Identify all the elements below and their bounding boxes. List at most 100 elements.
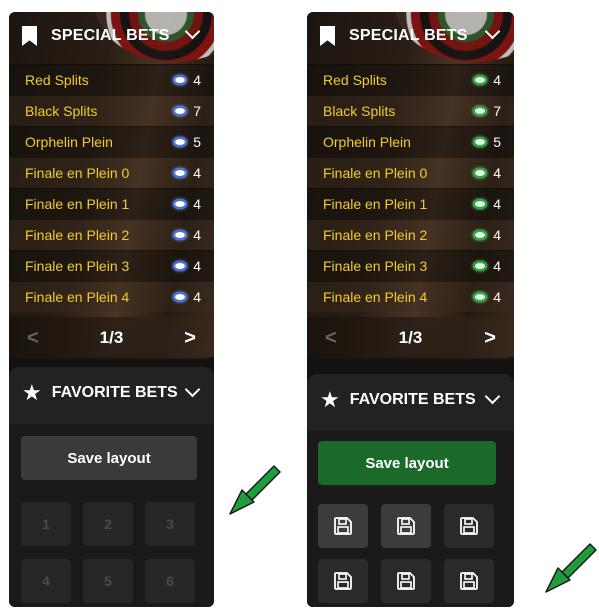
chip-icon — [173, 75, 188, 85]
bookmark-icon — [22, 26, 37, 46]
list-item[interactable]: Finale en Plein 1 4 — [9, 188, 214, 219]
bet-name: Finale en Plein 4 — [25, 289, 130, 305]
bet-name: Finale en Plein 4 — [323, 289, 428, 305]
favorite-bets-header[interactable]: ★ FAVORITE BETS — [9, 367, 214, 419]
special-bets-header[interactable]: SPECIAL BETS — [9, 12, 214, 60]
bet-count: 4 — [493, 196, 501, 212]
favorite-bets-title: FAVORITE BETS — [349, 391, 476, 408]
special-bets-header[interactable]: SPECIAL BETS — [307, 12, 514, 60]
bet-name: Finale en Plein 0 — [25, 165, 130, 181]
bet-count: 5 — [493, 134, 501, 150]
annotation-arrow-icon — [229, 465, 281, 515]
list-item[interactable]: Finale en Plein 4 4 — [307, 281, 514, 312]
chevron-down-icon[interactable] — [184, 23, 201, 40]
chip-icon — [173, 106, 188, 116]
bet-count: 4 — [493, 258, 501, 274]
chip-icon — [173, 261, 188, 271]
bet-name: Orphelin Plein — [323, 134, 411, 150]
favorite-bets-section: ★ FAVORITE BETS Save layout 1 2 3 4 5 6 — [9, 367, 214, 607]
chip-icon — [473, 168, 488, 178]
chip-icon — [173, 137, 188, 147]
prev-page-button[interactable]: < — [325, 327, 337, 350]
bookmark-icon — [320, 26, 335, 46]
bet-name: Finale en Plein 2 — [323, 227, 428, 243]
bet-count: 4 — [493, 165, 501, 181]
bet-count: 4 — [193, 72, 201, 88]
annotation-arrow-icon — [545, 543, 597, 593]
list-item[interactable]: Red Splits 4 — [9, 64, 214, 95]
chevron-down-icon[interactable] — [484, 23, 501, 40]
layout-slot: 3 — [145, 502, 195, 546]
bet-name: Black Splits — [25, 103, 98, 119]
save-layout-button[interactable]: Save layout — [21, 436, 197, 480]
chip-icon — [473, 137, 488, 147]
chevron-down-icon[interactable] — [184, 381, 201, 398]
bet-name: Finale en Plein 3 — [25, 258, 130, 274]
list-item[interactable]: Finale en Plein 0 4 — [9, 157, 214, 188]
list-item[interactable]: Finale en Plein 1 4 — [307, 188, 514, 219]
layout-slot: 6 — [145, 559, 195, 603]
chip-icon — [173, 292, 188, 302]
list-item[interactable]: Finale en Plein 0 4 — [307, 157, 514, 188]
floppy-disk-icon — [334, 572, 352, 590]
bet-name: Finale en Plein 3 — [323, 258, 428, 274]
list-item[interactable]: Orphelin Plein 5 — [9, 126, 214, 157]
list-item[interactable]: Orphelin Plein 5 — [307, 126, 514, 157]
bet-name: Finale en Plein 1 — [25, 196, 130, 212]
layout-slot: 5 — [83, 559, 133, 603]
favorite-bets-section: ★ FAVORITE BETS Save layout — [307, 374, 514, 607]
next-page-button[interactable]: > — [484, 327, 496, 350]
list-item[interactable]: Black Splits 7 — [307, 95, 514, 126]
favorite-bets-body: Save layout 1 2 3 4 5 6 — [9, 424, 214, 607]
next-page-button[interactable]: > — [184, 327, 196, 350]
star-icon: ★ — [320, 387, 340, 412]
bet-count: 4 — [193, 227, 201, 243]
layout-slot[interactable] — [381, 559, 431, 603]
floppy-disk-icon — [397, 517, 415, 535]
floppy-disk-icon — [460, 572, 478, 590]
list-item[interactable]: Finale en Plein 2 4 — [307, 219, 514, 250]
chip-icon — [473, 292, 488, 302]
favorite-bets-title: FAVORITE BETS — [51, 384, 178, 401]
list-item[interactable]: Finale en Plein 3 4 — [9, 250, 214, 281]
floppy-disk-icon — [397, 572, 415, 590]
prev-page-button[interactable]: < — [27, 327, 39, 350]
bet-count: 7 — [493, 103, 501, 119]
special-bets-title: SPECIAL BETS — [349, 27, 468, 44]
favorite-bets-header[interactable]: ★ FAVORITE BETS — [307, 374, 514, 426]
bet-name: Orphelin Plein — [25, 134, 113, 150]
layout-slot[interactable] — [444, 559, 494, 603]
layout-slot: 2 — [83, 502, 133, 546]
list-item[interactable]: Black Splits 7 — [9, 95, 214, 126]
bet-count: 4 — [193, 196, 201, 212]
layout-slot[interactable] — [318, 504, 368, 548]
layout-slot: 1 — [21, 502, 71, 546]
page-indicator: 1/3 — [398, 328, 423, 347]
chip-icon — [473, 230, 488, 240]
bet-count: 4 — [193, 289, 201, 305]
bets-panel-left: SPECIAL BETS Red Splits 4 Black Splits 7 O… — [9, 12, 214, 607]
list-item[interactable]: Finale en Plein 4 4 — [9, 281, 214, 312]
bet-count: 7 — [193, 103, 201, 119]
special-bets-title: SPECIAL BETS — [51, 27, 170, 44]
special-bets-pager: < 1/3 > — [307, 317, 514, 359]
layout-slots: 1 2 3 4 5 6 — [21, 502, 203, 603]
layout-slot[interactable] — [318, 559, 368, 603]
chip-icon — [473, 261, 488, 271]
special-bets-pager: < 1/3 > — [9, 317, 214, 359]
chip-icon — [173, 168, 188, 178]
bet-name: Finale en Plein 1 — [323, 196, 428, 212]
list-item[interactable]: Finale en Plein 2 4 — [9, 219, 214, 250]
list-item[interactable]: Red Splits 4 — [307, 64, 514, 95]
bet-name: Red Splits — [323, 72, 387, 88]
floppy-disk-icon — [334, 517, 352, 535]
bet-name: Finale en Plein 0 — [323, 165, 428, 181]
chip-icon — [173, 230, 188, 240]
chip-icon — [173, 199, 188, 209]
list-item[interactable]: Finale en Plein 3 4 — [307, 250, 514, 281]
layout-slot[interactable] — [381, 504, 431, 548]
layout-slot: 4 — [21, 559, 71, 603]
chevron-down-icon[interactable] — [484, 388, 501, 405]
layout-slot[interactable] — [444, 504, 494, 548]
save-layout-button[interactable]: Save layout — [318, 441, 496, 485]
